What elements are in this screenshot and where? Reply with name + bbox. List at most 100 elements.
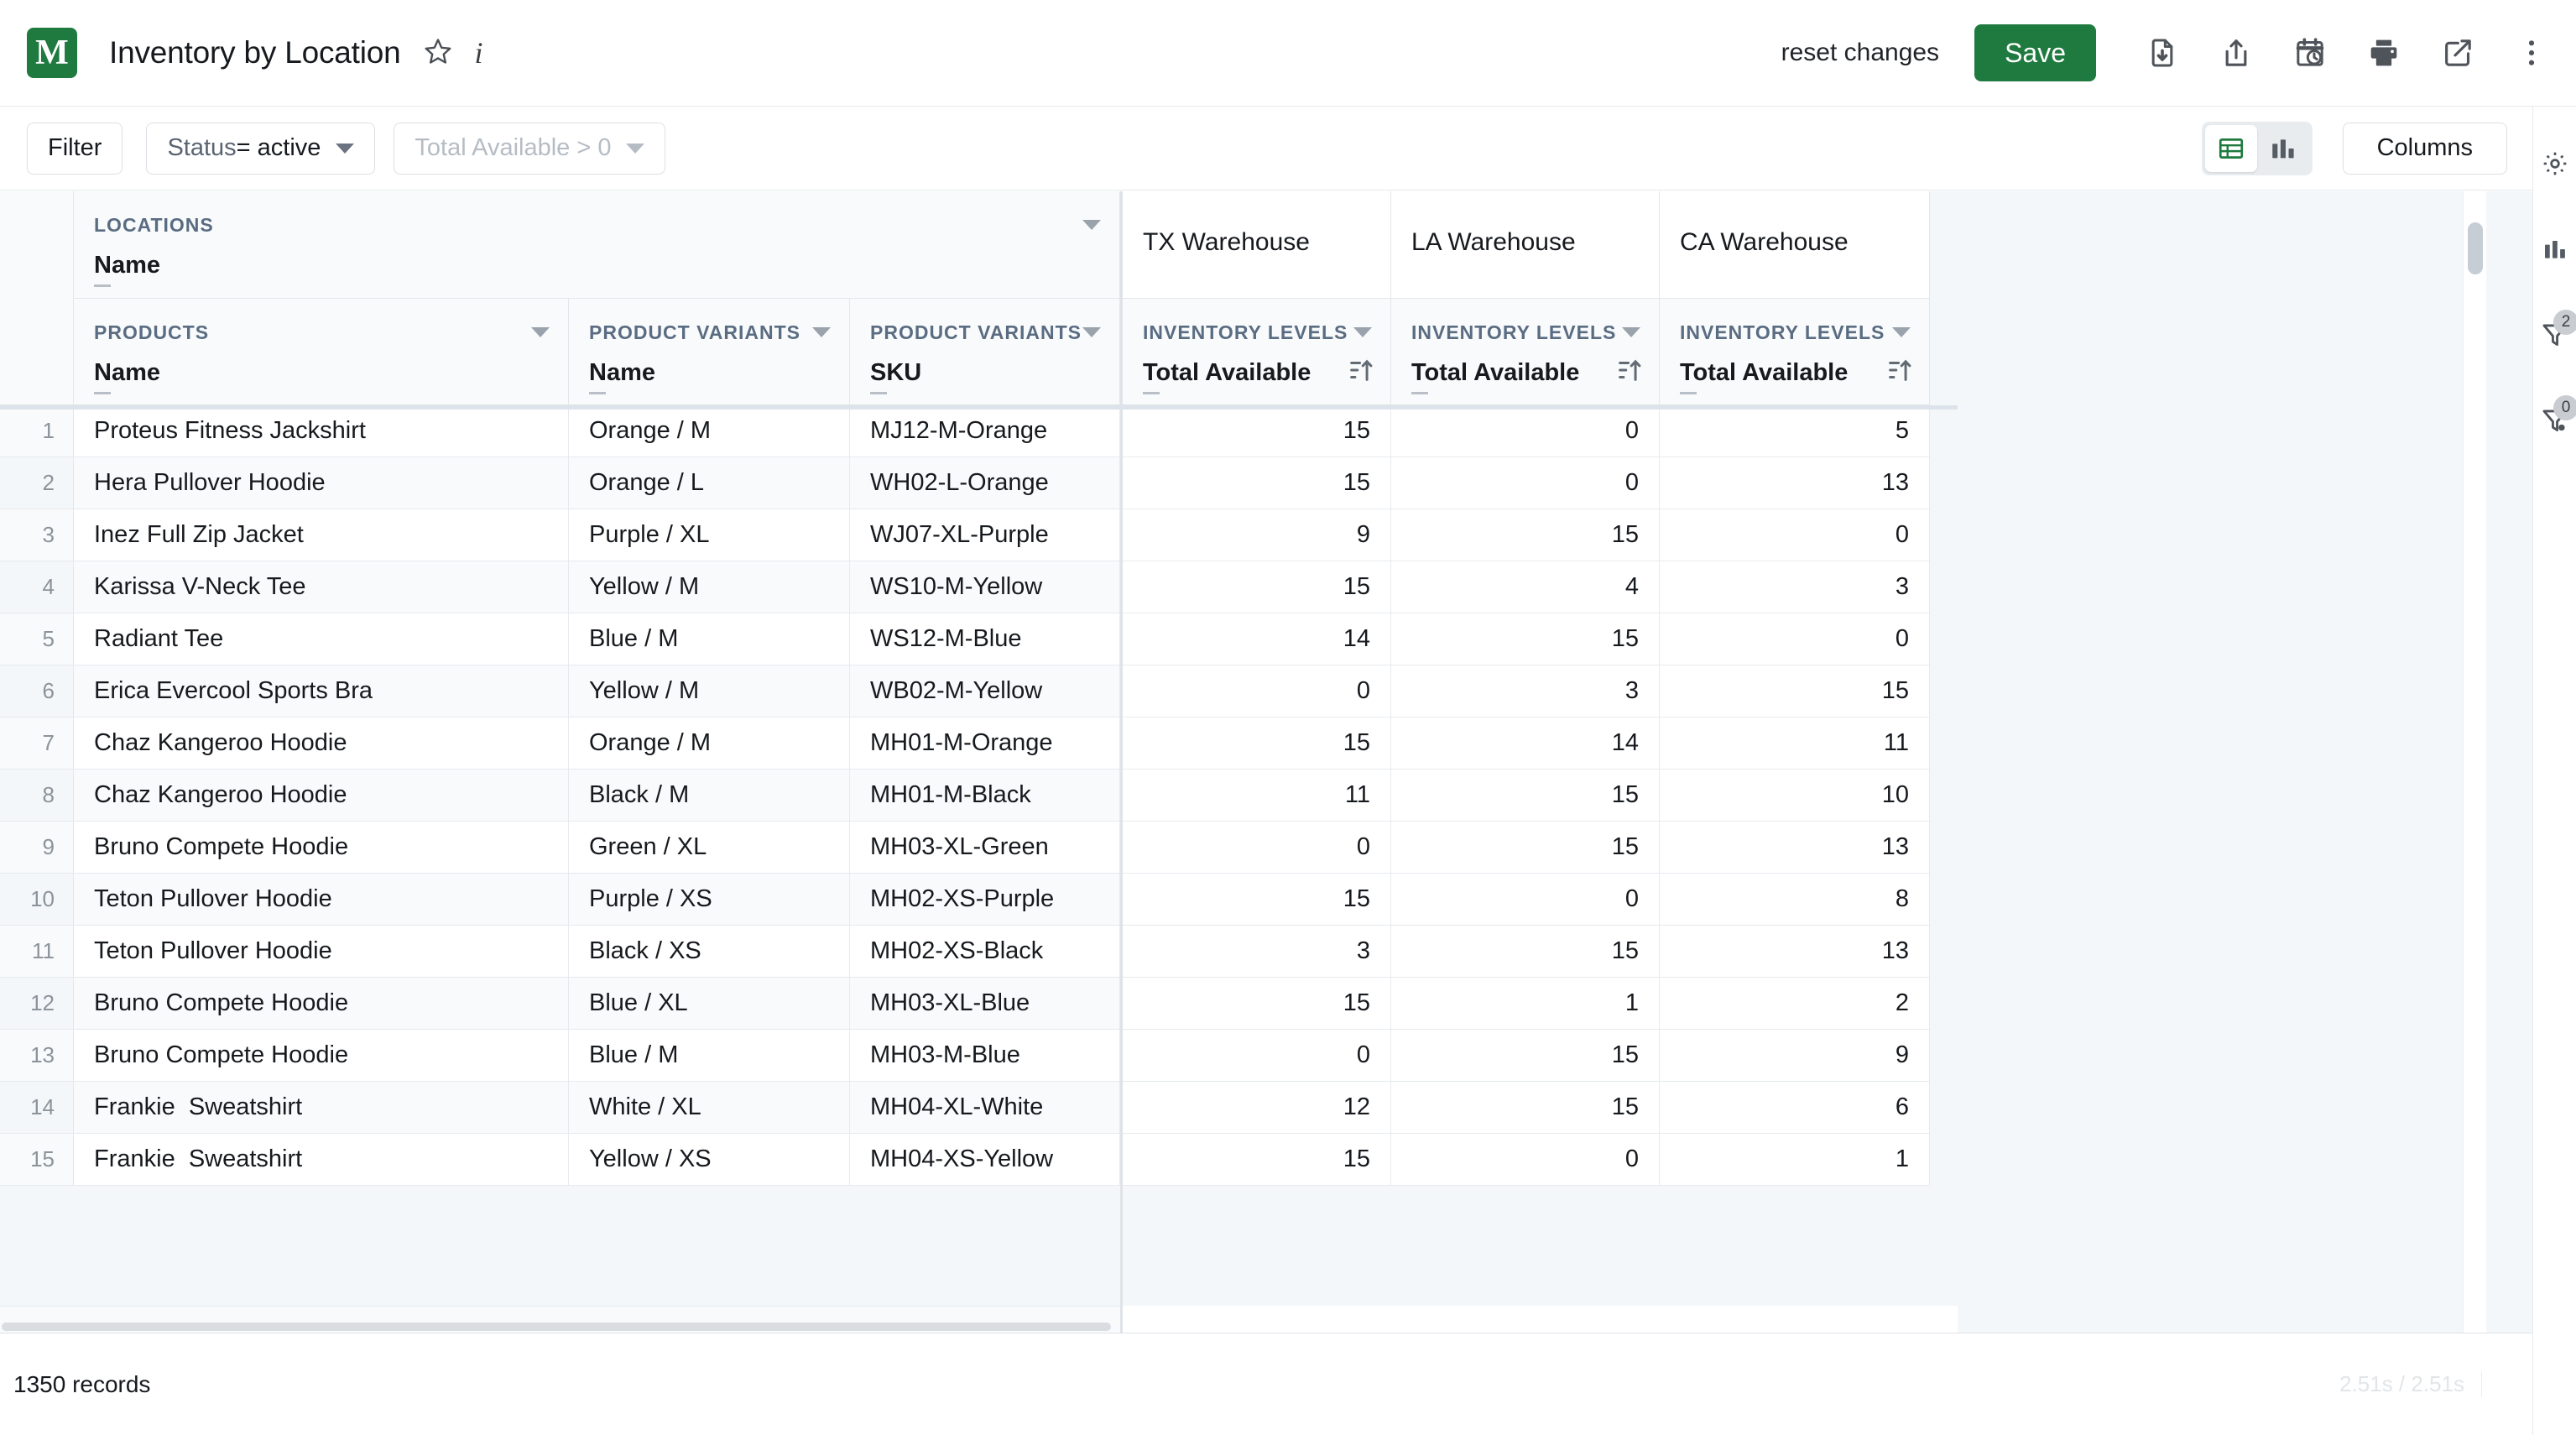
table-cell-variant[interactable]: Blue / XL bbox=[569, 978, 850, 1030]
table-cell-la[interactable]: 15 bbox=[1391, 1082, 1660, 1134]
table-row[interactable]: 9 Bruno Compete Hoodie Green / XL MH03-XL-G… bbox=[0, 822, 1958, 874]
table-cell-tx[interactable]: 15 bbox=[1123, 978, 1391, 1030]
chevron-down-icon[interactable] bbox=[1892, 327, 1911, 337]
table-cell-ca[interactable]: 10 bbox=[1660, 770, 1930, 822]
table-cell-tx[interactable]: 3 bbox=[1123, 926, 1391, 978]
chevron-down-icon[interactable] bbox=[336, 143, 355, 154]
table-cell-ca[interactable]: 11 bbox=[1660, 718, 1930, 770]
vertical-scrollbar-thumb[interactable] bbox=[2468, 222, 2483, 274]
table-row[interactable]: 13 Bruno Compete Hoodie Blue / M MH03-M-Blu… bbox=[0, 1030, 1958, 1082]
table-cell-sku[interactable]: MH04-XL-White bbox=[850, 1082, 1120, 1134]
gear-icon[interactable] bbox=[2533, 142, 2576, 185]
table-cell-sku[interactable]: WJ07-XL-Purple bbox=[850, 509, 1120, 561]
table-row[interactable]: 14 Frankie Sweatshirt White / XL MH04-XL-Wh… bbox=[0, 1082, 1958, 1134]
table-cell-product[interactable]: Chaz Kangeroo Hoodie bbox=[74, 718, 569, 770]
reset-changes-button[interactable]: reset changes bbox=[1770, 39, 1951, 67]
table-cell-sku[interactable]: WS12-M-Blue bbox=[850, 613, 1120, 665]
table-cell-product[interactable]: Hera Pullover Hoodie bbox=[74, 457, 569, 509]
chevron-down-icon[interactable] bbox=[531, 327, 550, 337]
star-outline-icon[interactable] bbox=[423, 36, 453, 70]
table-cell-tx[interactable]: 15 bbox=[1123, 457, 1391, 509]
table-cell-ca[interactable]: 3 bbox=[1660, 561, 1930, 613]
table-row[interactable]: 15 Frankie Sweatshirt Yellow / XS MH04-XS-Y… bbox=[0, 1134, 1958, 1186]
table-view-icon[interactable] bbox=[2204, 124, 2257, 172]
table-cell-tx[interactable]: 11 bbox=[1123, 770, 1391, 822]
table-cell-ca[interactable]: 0 bbox=[1660, 509, 1930, 561]
sort-ascending-icon[interactable] bbox=[1885, 356, 1914, 389]
table-cell-tx[interactable]: 0 bbox=[1123, 665, 1391, 718]
table-cell-sku[interactable]: MJ12-M-Orange bbox=[850, 405, 1120, 457]
table-cell-tx[interactable]: 15 bbox=[1123, 874, 1391, 926]
download-file-icon[interactable] bbox=[2143, 34, 2182, 72]
more-vertical-icon[interactable] bbox=[2512, 34, 2551, 72]
table-cell-la[interactable]: 0 bbox=[1391, 405, 1660, 457]
table-cell-product[interactable]: Teton Pullover Hoodie bbox=[74, 926, 569, 978]
table-cell-product[interactable]: Frankie Sweatshirt bbox=[74, 1082, 569, 1134]
chart-view-icon[interactable] bbox=[2257, 125, 2309, 172]
table-cell-product[interactable]: Erica Evercool Sports Bra bbox=[74, 665, 569, 718]
table-cell-la[interactable]: 3 bbox=[1391, 665, 1660, 718]
chevron-down-icon[interactable] bbox=[1082, 327, 1101, 337]
schedule-clock-icon[interactable] bbox=[2291, 34, 2329, 72]
filter-chip-status[interactable]: Status = active bbox=[146, 122, 376, 175]
table-cell-tx[interactable]: 15 bbox=[1123, 561, 1391, 613]
table-cell-product[interactable]: Bruno Compete Hoodie bbox=[74, 978, 569, 1030]
table-row[interactable]: 12 Bruno Compete Hoodie Blue / XL MH03-XL-B… bbox=[0, 978, 1958, 1030]
table-cell-ca[interactable]: 13 bbox=[1660, 926, 1930, 978]
table-cell-variant[interactable]: Purple / XS bbox=[569, 874, 850, 926]
app-logo[interactable]: M bbox=[27, 28, 77, 78]
table-cell-ca[interactable]: 2 bbox=[1660, 978, 1930, 1030]
table-cell-sku[interactable]: MH04-XS-Yellow bbox=[850, 1134, 1120, 1186]
table-cell-product[interactable]: Chaz Kangeroo Hoodie bbox=[74, 770, 569, 822]
table-cell-sku[interactable]: MH03-XL-Green bbox=[850, 822, 1120, 874]
table-cell-ca[interactable]: 8 bbox=[1660, 874, 1930, 926]
table-row[interactable]: 5 Radiant Tee Blue / M WS12-M-Blue 14 15 0 bbox=[0, 613, 1958, 665]
table-cell-product[interactable]: Radiant Tee bbox=[74, 613, 569, 665]
filter-icon[interactable]: 2 bbox=[2533, 310, 2576, 357]
table-cell-tx[interactable]: 9 bbox=[1123, 509, 1391, 561]
table-cell-tx[interactable]: 0 bbox=[1123, 822, 1391, 874]
table-cell-product[interactable]: Teton Pullover Hoodie bbox=[74, 874, 569, 926]
table-cell-variant[interactable]: Blue / M bbox=[569, 1030, 850, 1082]
table-cell-variant[interactable]: Orange / L bbox=[569, 457, 850, 509]
table-cell-variant[interactable]: Orange / M bbox=[569, 718, 850, 770]
table-row[interactable]: 10 Teton Pullover Hoodie Purple / XS MH02-X… bbox=[0, 874, 1958, 926]
table-cell-la[interactable]: 15 bbox=[1391, 770, 1660, 822]
sort-ascending-icon[interactable] bbox=[1615, 356, 1644, 389]
filter-chip-total-available[interactable]: Total Available > 0 bbox=[394, 122, 666, 175]
table-cell-ca[interactable]: 5 bbox=[1660, 405, 1930, 457]
chevron-down-icon[interactable] bbox=[1353, 327, 1372, 337]
info-icon[interactable]: i bbox=[475, 35, 483, 70]
table-cell-tx[interactable]: 12 bbox=[1123, 1082, 1391, 1134]
table-cell-ca[interactable]: 6 bbox=[1660, 1082, 1930, 1134]
vertical-scrollbar[interactable] bbox=[2463, 191, 2486, 1333]
table-cell-variant[interactable]: Orange / M bbox=[569, 405, 850, 457]
table-cell-variant[interactable]: Yellow / M bbox=[569, 665, 850, 718]
data-grid[interactable]: LOCATIONS Name PRODUCTS Name PRODUCT VAR… bbox=[0, 191, 2532, 1333]
open-external-icon[interactable] bbox=[2438, 34, 2477, 72]
table-cell-variant[interactable]: Yellow / M bbox=[569, 561, 850, 613]
grid-body[interactable]: 1 Proteus Fitness Jackshirt Orange / M MJ12… bbox=[0, 405, 1958, 1333]
table-row[interactable]: 4 Karissa V-Neck Tee Yellow / M WS10-M-Yell… bbox=[0, 561, 1958, 613]
table-cell-ca[interactable]: 13 bbox=[1660, 457, 1930, 509]
table-cell-product[interactable]: Bruno Compete Hoodie bbox=[74, 822, 569, 874]
table-cell-variant[interactable]: Black / XS bbox=[569, 926, 850, 978]
table-cell-product[interactable]: Inez Full Zip Jacket bbox=[74, 509, 569, 561]
table-row[interactable]: 6 Erica Evercool Sports Bra Yellow / M WB02… bbox=[0, 665, 1958, 718]
table-cell-la[interactable]: 0 bbox=[1391, 457, 1660, 509]
table-cell-variant[interactable]: Yellow / XS bbox=[569, 1134, 850, 1186]
chevron-down-icon[interactable] bbox=[626, 143, 645, 154]
table-cell-sku[interactable]: MH01-M-Orange bbox=[850, 718, 1120, 770]
table-cell-product[interactable]: Frankie Sweatshirt bbox=[74, 1134, 569, 1186]
table-cell-sku[interactable]: MH03-XL-Blue bbox=[850, 978, 1120, 1030]
table-row[interactable]: 1 Proteus Fitness Jackshirt Orange / M MJ12… bbox=[0, 405, 1958, 457]
table-cell-la[interactable]: 15 bbox=[1391, 1030, 1660, 1082]
table-cell-variant[interactable]: White / XL bbox=[569, 1082, 850, 1134]
filter-settings-icon[interactable]: 0 bbox=[2533, 395, 2576, 442]
table-cell-tx[interactable]: 14 bbox=[1123, 613, 1391, 665]
print-icon[interactable] bbox=[2365, 34, 2403, 72]
table-cell-sku[interactable]: WB02-M-Yellow bbox=[850, 665, 1120, 718]
table-cell-sku[interactable]: MH01-M-Black bbox=[850, 770, 1120, 822]
horizontal-scrollbar-thumb[interactable] bbox=[2, 1323, 1111, 1331]
table-cell-tx[interactable]: 15 bbox=[1123, 405, 1391, 457]
